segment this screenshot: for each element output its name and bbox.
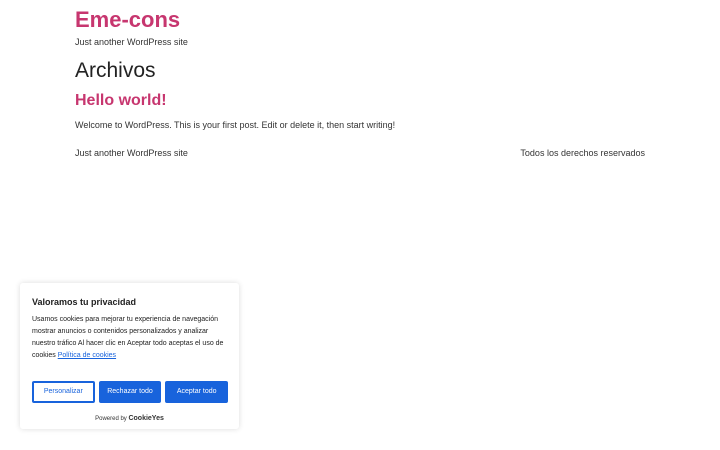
page: Eme-cons Just another WordPress site Arc… bbox=[0, 0, 720, 450]
footer-copyright: Todos los derechos reservados bbox=[520, 148, 645, 158]
powered-by: Powered by CookieYes bbox=[20, 414, 239, 424]
reject-all-button[interactable]: Rechazar todo bbox=[98, 381, 162, 403]
post-excerpt: Welcome to WordPress. This is your first… bbox=[75, 120, 396, 130]
cookie-button-group: Personalizar Rechazar todo Aceptar todo bbox=[32, 381, 229, 403]
cookieyes-logo[interactable]: CookieYes bbox=[128, 415, 163, 422]
customize-button[interactable]: Personalizar bbox=[32, 381, 95, 403]
post-title-link[interactable]: Hello world! bbox=[75, 91, 167, 111]
cookie-consent-banner: Valoramos tu privacidad Usamos cookies p… bbox=[20, 283, 239, 429]
cookie-policy-link[interactable]: Política de cookies bbox=[58, 352, 116, 359]
cookie-banner-text: Usamos cookies para mejorar tu experienc… bbox=[32, 314, 230, 362]
accept-all-button[interactable]: Aceptar todo bbox=[165, 381, 229, 403]
site-tagline: Just another WordPress site bbox=[75, 37, 188, 47]
footer-tagline: Just another WordPress site bbox=[75, 148, 188, 158]
powered-by-label: Powered by bbox=[95, 416, 127, 422]
archive-heading: Archivos bbox=[75, 59, 156, 82]
cookie-banner-title: Valoramos tu privacidad bbox=[32, 297, 137, 307]
site-title-link[interactable]: Eme-cons bbox=[75, 6, 180, 34]
